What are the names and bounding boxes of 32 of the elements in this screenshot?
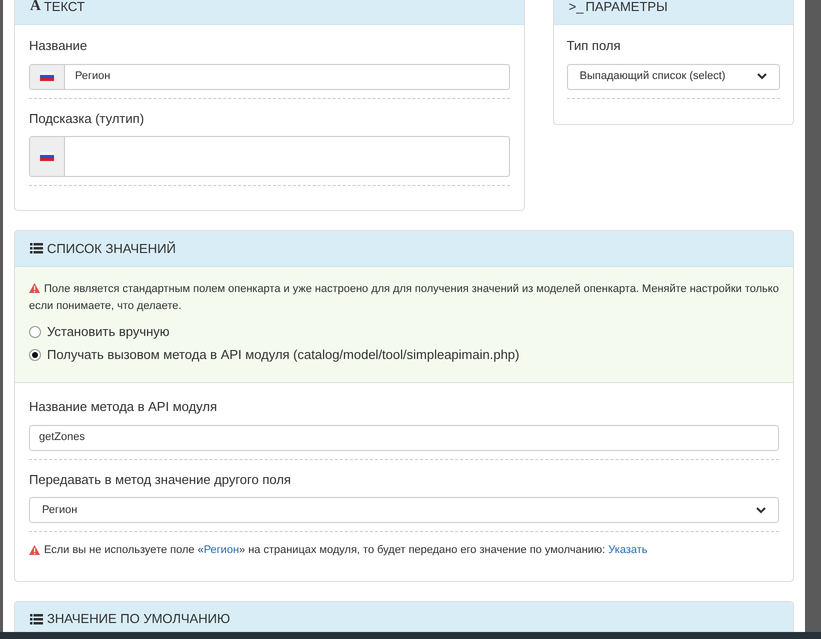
panel-title: ТЕКСТ: [44, 0, 85, 16]
field-label: Передавать в метод значение другого поля: [29, 470, 292, 489]
select-field[interactable]: Выпадающий список (select): [566, 64, 780, 90]
flag-icon: [40, 72, 54, 81]
list-icon: [30, 614, 43, 624]
flag-icon: [40, 152, 54, 161]
radio-label: Установить вручную: [47, 322, 170, 341]
field-label: Тип поля: [566, 37, 622, 55]
note-text: Если вы не используете поле «Регион» на страницах модуля, то будет передано его значение по умолчанию: Указать: [44, 543, 648, 558]
warning-icon: [29, 283, 40, 293]
text-icon: A: [30, 0, 41, 18]
radio-button[interactable]: [29, 348, 41, 360]
field-label: Название: [29, 37, 88, 55]
warning-icon: [29, 545, 40, 556]
list-icon: [30, 243, 43, 254]
chevron-down-icon: [757, 73, 767, 80]
text-area[interactable]: [29, 136, 510, 177]
field-label: Название метода в API модуля: [29, 398, 218, 416]
panel-title: ПАРАМЕТРЫ: [585, 0, 668, 16]
field-label: Подсказка (тултип): [29, 110, 146, 128]
field-link[interactable]: Регион: [204, 544, 240, 556]
input-field[interactable]: getZones: [29, 424, 779, 450]
panel-title: ЗНАЧЕНИЕ ПО УМОЛЧАНИЮ: [47, 610, 230, 628]
radio-button[interactable]: [29, 326, 41, 338]
set-link[interactable]: Указать: [608, 544, 648, 556]
panel-title: СПИСОК ЗНАЧЕНИЙ: [47, 240, 176, 258]
select-field[interactable]: Регион: [29, 497, 779, 523]
terminal-icon: >_: [568, 0, 584, 16]
radio-label: Получать вызовом метода в API модуля (catalog/model/tool/simpleapimain.php): [47, 346, 520, 364]
warning-text: Поле является стандартным полем опенкарта и уже настроено для для получения значений из моделей опенкарта. Меняйте настройки только если понимаете, что делаете.: [29, 282, 779, 314]
chevron-down-icon: [756, 506, 766, 514]
input-field[interactable]: Регион: [29, 64, 510, 90]
